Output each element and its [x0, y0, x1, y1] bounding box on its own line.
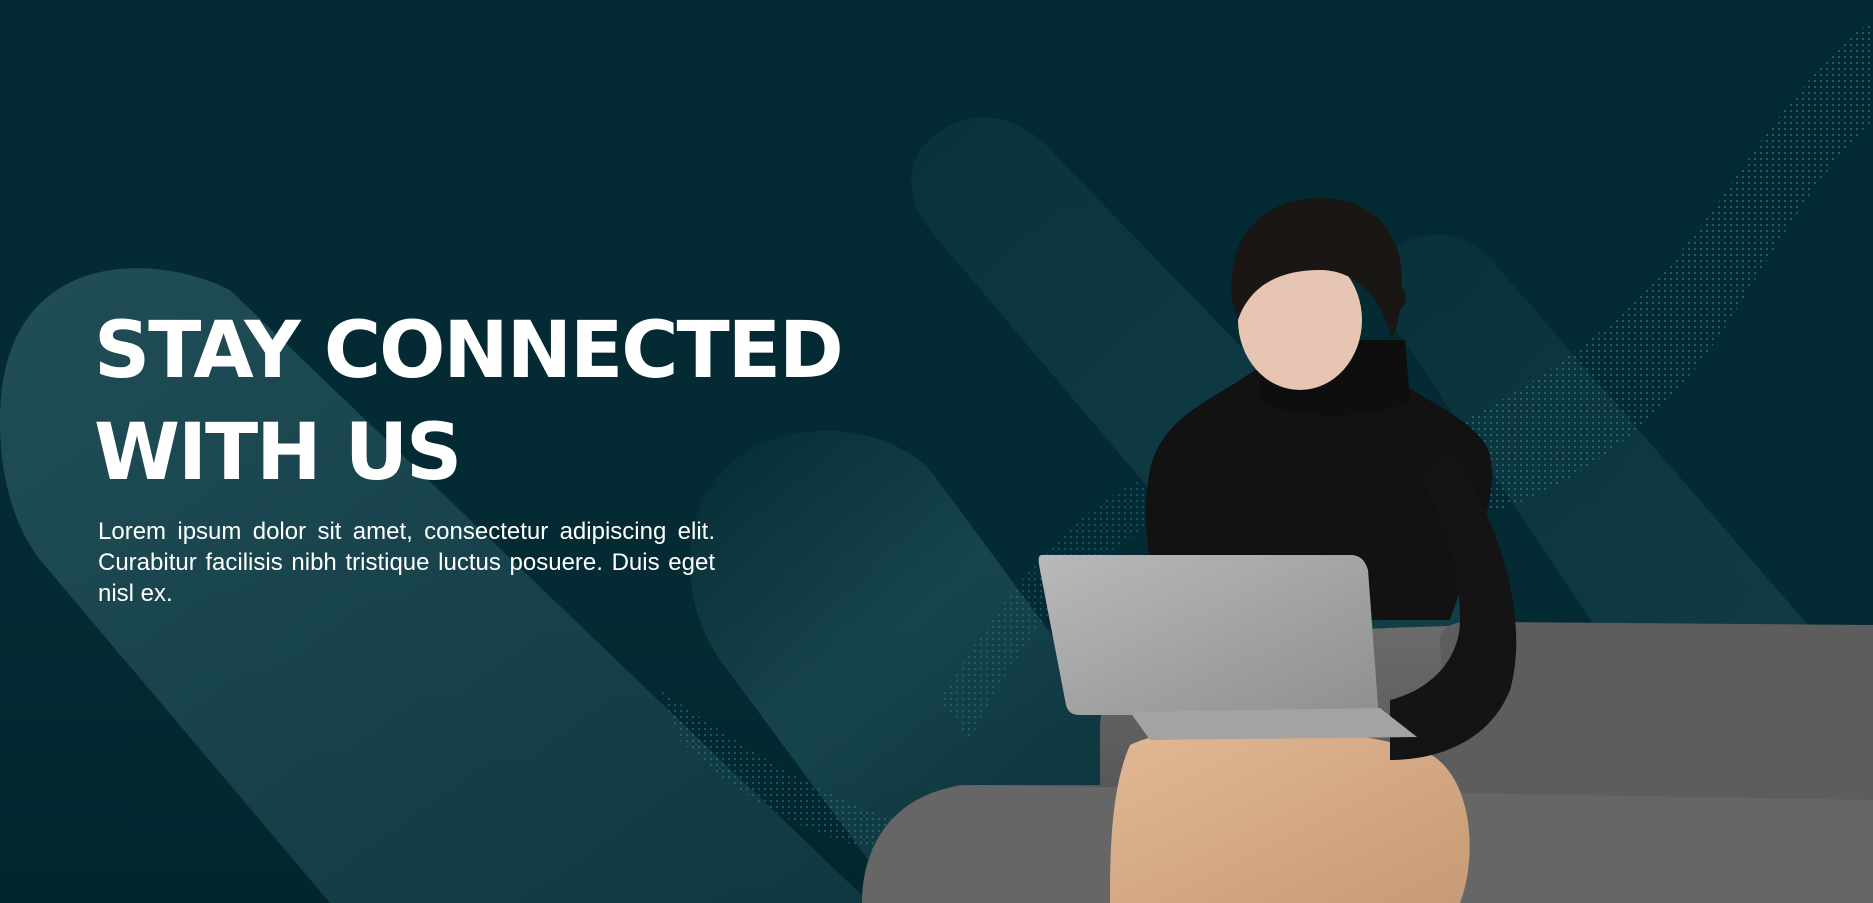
- laptop-screen-back: [1038, 555, 1378, 715]
- hero-description: Lorem ipsum dolor sit amet, consectetur …: [98, 518, 715, 607]
- hair-bun: [1378, 284, 1406, 312]
- hero-headline-line-1: STAY CONNECTED: [94, 306, 844, 396]
- hero-headline: STAY CONNECTED WITH US: [94, 300, 844, 504]
- hero-headline-line-2: WITH US: [94, 408, 462, 498]
- laptop-base: [1130, 708, 1417, 740]
- hero-copy: STAY CONNECTED WITH US Lorem ipsum dolor…: [94, 300, 844, 609]
- hero-banner: STAY CONNECTED WITH US Lorem ipsum dolor…: [0, 0, 1873, 903]
